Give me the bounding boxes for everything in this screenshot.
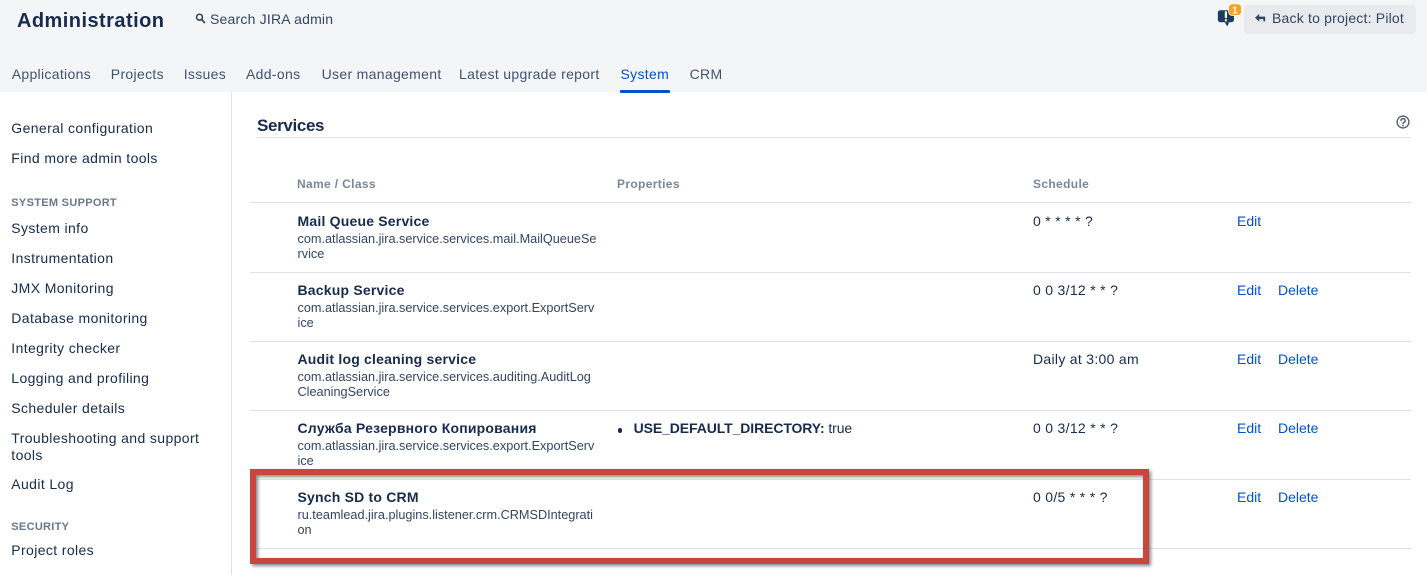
svg-text:1: 1 — [1232, 5, 1238, 16]
